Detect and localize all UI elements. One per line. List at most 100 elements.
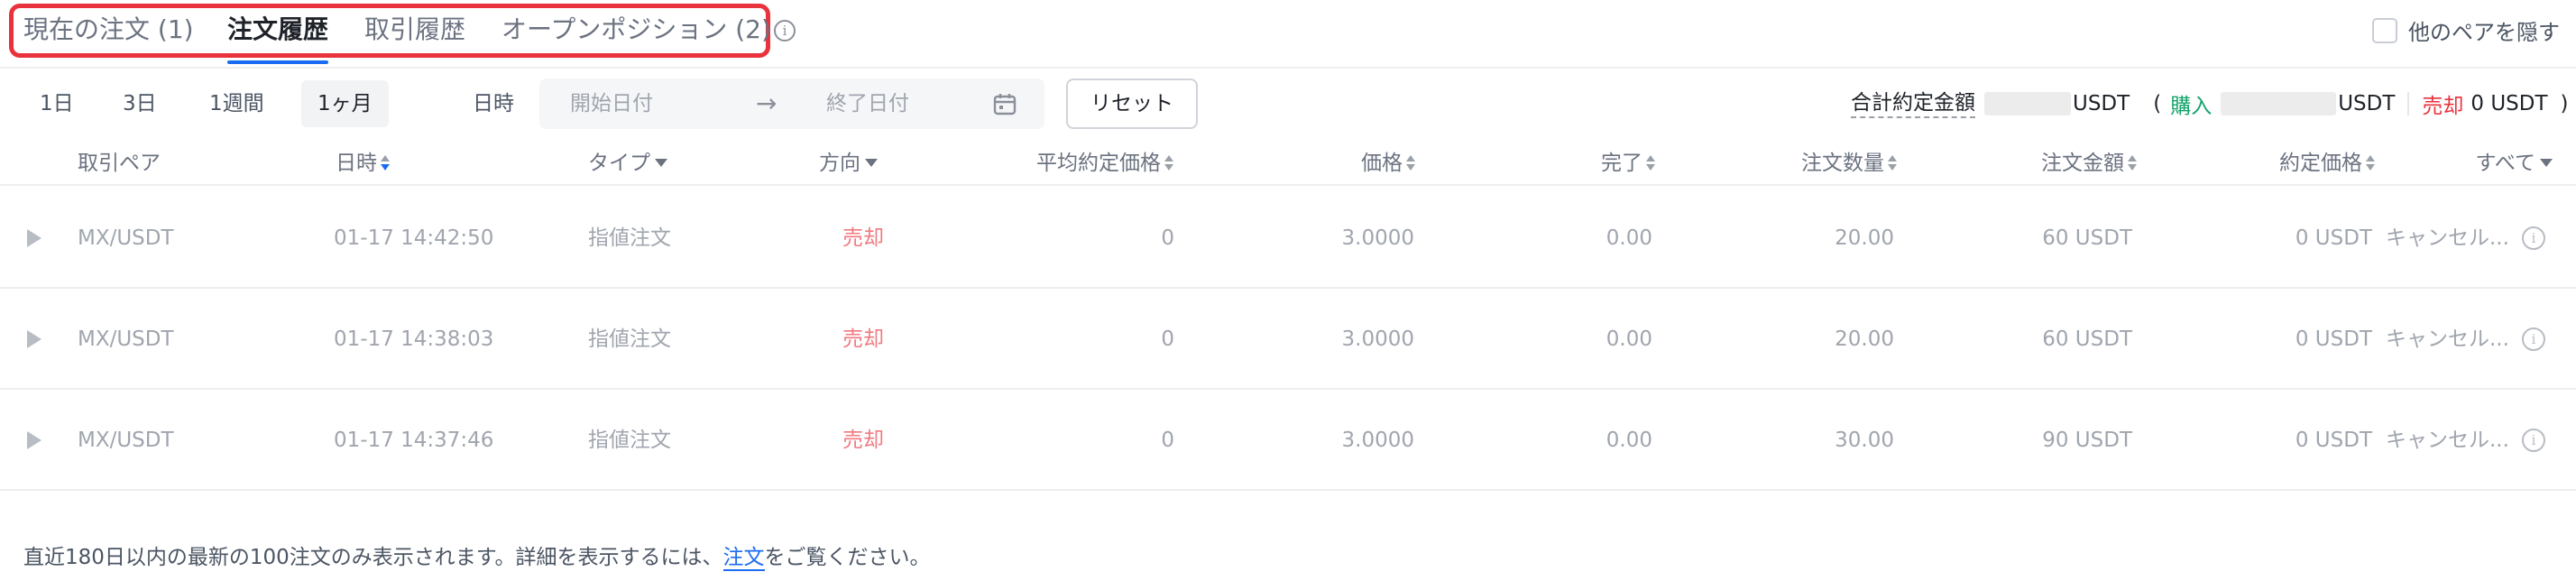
col-pair: 取引ペア bbox=[78, 152, 161, 175]
col-amount-sort[interactable]: 注文数量 bbox=[1714, 141, 1898, 186]
cell-side: 売却 bbox=[842, 226, 884, 250]
period-1w-button[interactable]: 1週間 bbox=[193, 80, 281, 127]
cell-avg-price: 0 bbox=[1161, 327, 1174, 351]
sort-icon bbox=[1645, 155, 1656, 171]
period-1d-button[interactable]: 1日 bbox=[23, 80, 90, 127]
col-status-filter[interactable]: すべて bbox=[2426, 141, 2553, 186]
sort-icon bbox=[1405, 155, 1416, 171]
col-time-sort[interactable]: 日時 bbox=[336, 141, 391, 186]
chevron-down-icon bbox=[865, 159, 878, 168]
date-range-picker[interactable]: 開始日付 → 終了日付 bbox=[539, 78, 1044, 129]
info-icon[interactable]: i bbox=[774, 20, 796, 42]
sort-icon bbox=[2127, 155, 2138, 171]
orders-link[interactable]: 注文 bbox=[722, 546, 765, 571]
filter-bar: 1日 3日 1週間 1ヶ月 日時 開始日付 → 終了日付 リセット 合計約定金額… bbox=[0, 76, 2576, 132]
cell-price: 3.0000 bbox=[1341, 327, 1414, 351]
cell-amount: 30.00 bbox=[1835, 429, 1894, 452]
start-date-input[interactable]: 開始日付 bbox=[570, 78, 653, 129]
cell-price: 3.0000 bbox=[1341, 226, 1414, 250]
active-tab-indicator bbox=[227, 60, 328, 64]
table-row[interactable]: MX/USDT 01-17 14:37:46 指値注文 売却 0 3.0000 … bbox=[0, 390, 2576, 491]
hide-other-pairs-checkbox[interactable] bbox=[2372, 17, 2397, 43]
sell-total-label: 売却 bbox=[2422, 95, 2464, 118]
hide-other-pairs-label: 他のペアを隠す bbox=[2408, 20, 2560, 45]
expand-row-icon[interactable] bbox=[27, 229, 41, 247]
cell-executed-price: 0 USDT bbox=[2295, 429, 2372, 452]
col-side-filter[interactable]: 方向 bbox=[819, 141, 878, 186]
cell-type: 指値注文 bbox=[588, 327, 671, 351]
calendar-icon[interactable] bbox=[992, 91, 1017, 116]
cell-total: 60 USDT bbox=[2042, 226, 2132, 250]
cell-side: 売却 bbox=[842, 327, 884, 351]
sort-icon bbox=[1887, 155, 1898, 171]
cell-status: キャンセル... bbox=[2386, 429, 2509, 452]
cell-avg-price: 0 bbox=[1161, 429, 1174, 452]
cell-type: 指値注文 bbox=[588, 226, 671, 250]
table-header: 取引ペア 日時 タイプ 方向 平均約定価格 価格 完了 注文数量 注文金額 約定… bbox=[0, 141, 2576, 186]
table-row[interactable]: MX/USDT 01-17 14:38:03 指値注文 売却 0 3.0000 … bbox=[0, 289, 2576, 390]
col-total-sort[interactable]: 注文金額 bbox=[1957, 141, 2138, 186]
cell-amount: 20.00 bbox=[1835, 226, 1894, 250]
history-limit-note: 直近180日以内の最新の100注文のみ表示されます。詳細を表示するには、注文をご… bbox=[23, 540, 931, 576]
sell-total-value: 0 USDT bbox=[2470, 92, 2548, 115]
end-date-input[interactable]: 終了日付 bbox=[826, 78, 909, 129]
period-3d-button[interactable]: 3日 bbox=[106, 80, 173, 127]
cell-avg-price: 0 bbox=[1161, 226, 1174, 250]
tab-open-orders[interactable]: 現在の注文 (1) bbox=[23, 13, 194, 47]
cell-type: 指値注文 bbox=[588, 429, 671, 452]
cell-price: 3.0000 bbox=[1341, 429, 1414, 452]
cell-pair: MX/USDT bbox=[78, 327, 174, 351]
cell-side: 売却 bbox=[842, 429, 884, 452]
cell-total: 90 USDT bbox=[2042, 429, 2132, 452]
col-filled-sort[interactable]: 完了 bbox=[1501, 141, 1656, 186]
total-filled-label: 合計約定金額 bbox=[1851, 89, 1975, 118]
hide-other-pairs-toggle[interactable]: 他のペアを隠す bbox=[2372, 14, 2560, 46]
tab-open-positions[interactable]: オープンポジション (2) bbox=[501, 13, 771, 47]
date-filter-label: 日時 bbox=[473, 92, 514, 115]
divider bbox=[2407, 92, 2410, 115]
sort-icon bbox=[1164, 155, 1174, 171]
cell-amount: 20.00 bbox=[1835, 327, 1894, 351]
expand-row-icon[interactable] bbox=[27, 431, 41, 449]
cell-filled: 0.00 bbox=[1605, 327, 1652, 351]
open-paren: ( bbox=[2153, 92, 2162, 115]
col-type-filter[interactable]: タイプ bbox=[588, 141, 667, 186]
note-text-end: をご覧ください。 bbox=[764, 546, 931, 569]
hidden-amount-mask bbox=[1984, 92, 2071, 115]
order-tabs: 現在の注文 (1) 注文履歴 取引履歴 オープンポジション (2) i 他のペア… bbox=[0, 0, 2576, 69]
arrow-right-icon: → bbox=[756, 88, 777, 118]
reset-button[interactable]: リセット bbox=[1066, 78, 1198, 129]
cell-filled: 0.00 bbox=[1605, 429, 1652, 452]
cell-executed-price: 0 USDT bbox=[2295, 327, 2372, 351]
cell-executed-price: 0 USDT bbox=[2295, 226, 2372, 250]
buy-total-label: 購入 bbox=[2170, 95, 2213, 118]
cell-time: 01-17 14:38:03 bbox=[334, 327, 494, 351]
chevron-down-icon bbox=[2540, 159, 2553, 168]
total-unit: USDT bbox=[2073, 92, 2130, 115]
cell-pair: MX/USDT bbox=[78, 226, 174, 250]
col-executed-price-sort[interactable]: 約定価格 bbox=[2192, 141, 2376, 186]
info-icon[interactable]: i bbox=[2522, 226, 2545, 250]
chevron-down-icon bbox=[655, 159, 667, 168]
period-1m-button[interactable]: 1ヶ月 bbox=[301, 80, 389, 127]
cell-status: キャンセル... bbox=[2386, 226, 2509, 250]
sort-icon bbox=[380, 155, 391, 171]
buy-total-unit: USDT bbox=[2338, 92, 2396, 115]
col-avg-price-sort[interactable]: 平均約定価格 bbox=[992, 141, 1174, 186]
col-price-sort[interactable]: 価格 bbox=[1263, 141, 1416, 186]
tab-order-history[interactable]: 注文履歴 bbox=[227, 13, 328, 47]
close-paren: ) bbox=[2560, 92, 2569, 115]
info-icon[interactable]: i bbox=[2522, 327, 2545, 351]
tab-trade-history[interactable]: 取引履歴 bbox=[364, 13, 465, 47]
cell-total: 60 USDT bbox=[2042, 327, 2132, 351]
cell-time: 01-17 14:42:50 bbox=[334, 226, 494, 250]
cell-pair: MX/USDT bbox=[78, 429, 174, 452]
expand-row-icon[interactable] bbox=[27, 330, 41, 348]
cell-filled: 0.00 bbox=[1605, 226, 1652, 250]
hidden-buy-amount-mask bbox=[2221, 92, 2337, 115]
cell-time: 01-17 14:37:46 bbox=[334, 429, 494, 452]
sort-icon bbox=[2365, 155, 2376, 171]
total-filled-summary: 合計約定金額 USDT ( 購入 USDT 売却 0 USDT ) bbox=[1851, 80, 2569, 127]
info-icon[interactable]: i bbox=[2522, 429, 2545, 452]
table-row[interactable]: MX/USDT 01-17 14:42:50 指値注文 売却 0 3.0000 … bbox=[0, 188, 2576, 289]
